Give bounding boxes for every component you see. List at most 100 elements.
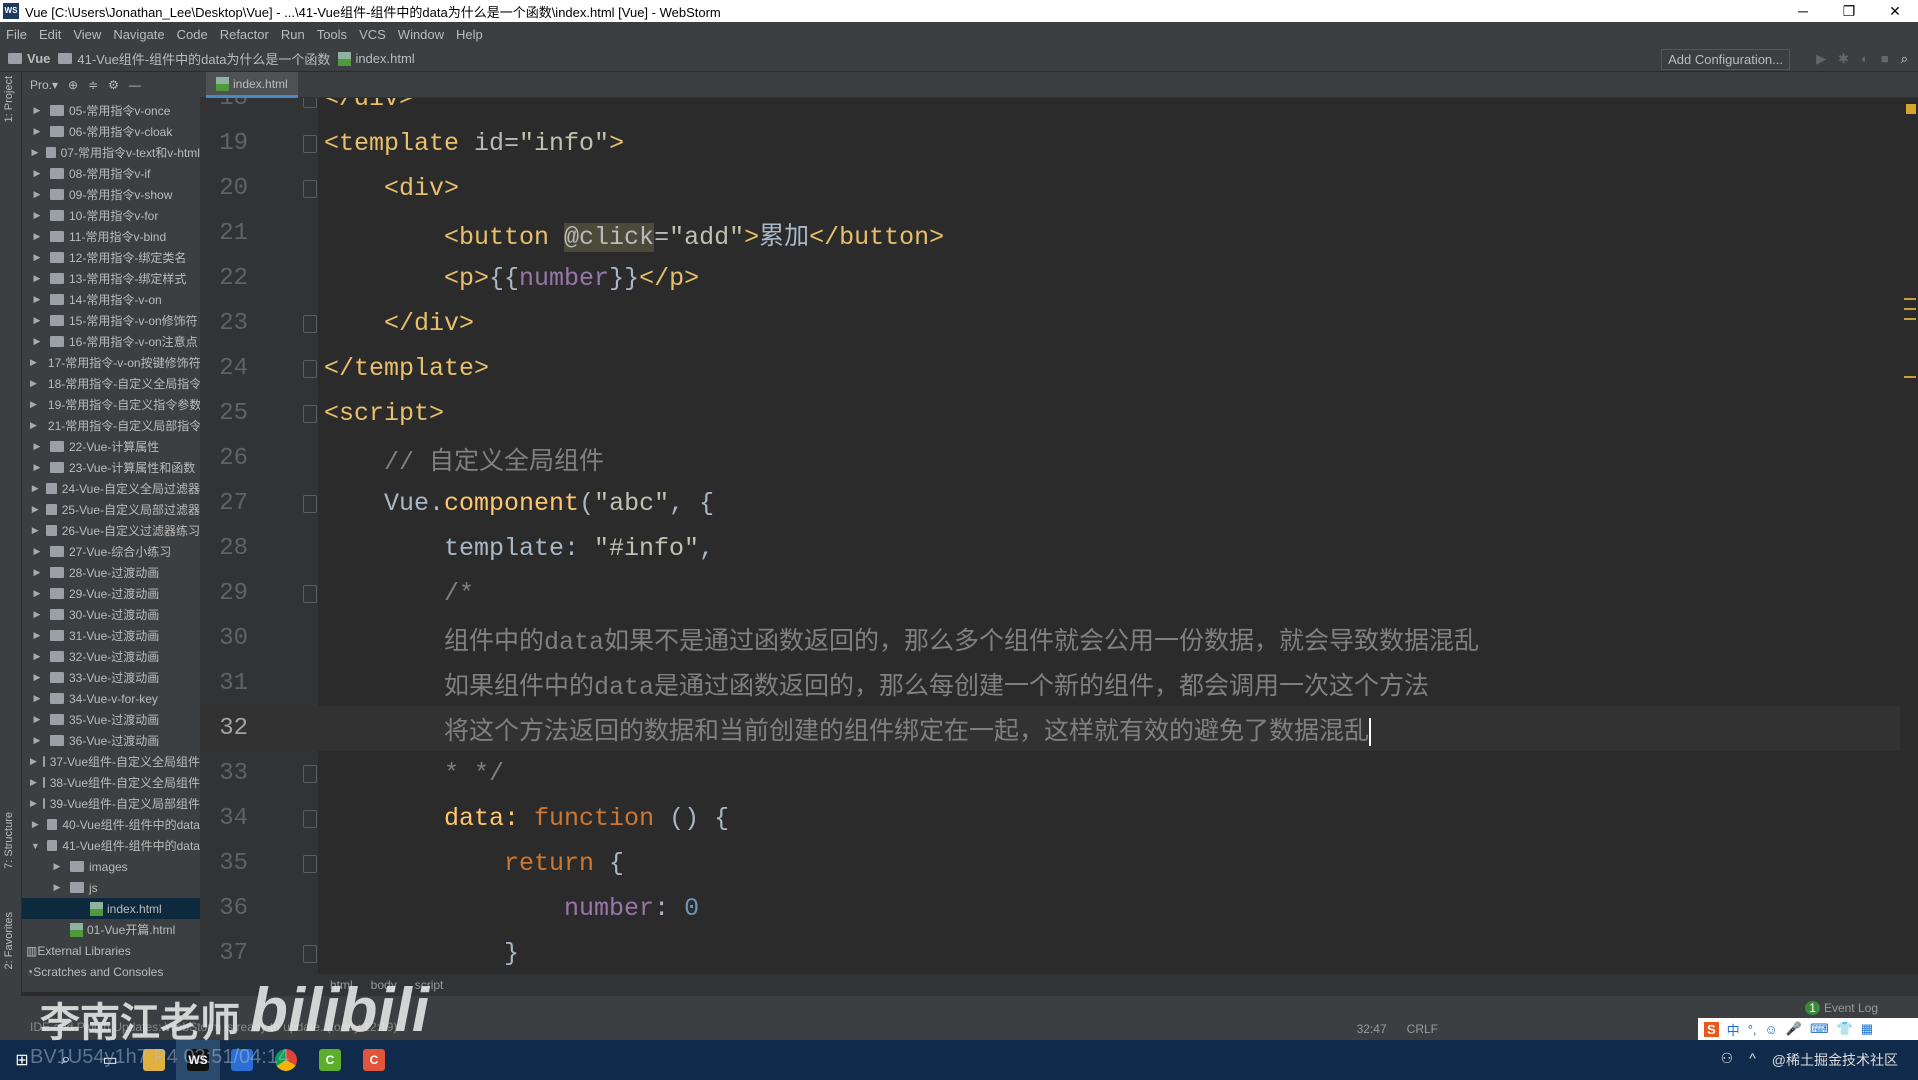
collapsed-arrow-icon[interactable]: ▶ xyxy=(30,189,44,200)
collapse-icon[interactable]: ≑ xyxy=(88,78,98,92)
event-log-button[interactable]: 1 Event Log xyxy=(1805,1001,1878,1015)
collapsed-arrow-icon[interactable]: ▶ xyxy=(30,378,37,389)
fold-marker-icon[interactable] xyxy=(303,764,317,783)
tree-item[interactable]: ▶ 16-常用指令-v-on注意点 xyxy=(22,331,200,352)
menu-window[interactable]: Window xyxy=(392,27,450,42)
tree-item[interactable]: ▶ 07-常用指令v-text和v-html xyxy=(22,142,200,163)
collapsed-arrow-icon[interactable]: ▶ xyxy=(30,273,44,284)
add-configuration-button[interactable]: Add Configuration... xyxy=(1661,49,1790,70)
code-line[interactable]: 36 number: 0 xyxy=(200,886,1900,931)
code-line[interactable]: 37 } xyxy=(200,931,1900,974)
fold-marker-icon[interactable] xyxy=(303,179,317,198)
project-tool-tab[interactable]: 1: Project xyxy=(3,76,15,122)
fold-marker-icon[interactable] xyxy=(303,809,317,828)
hide-icon[interactable]: — xyxy=(129,78,141,92)
collapsed-arrow-icon[interactable]: ▶ xyxy=(30,588,44,599)
collapsed-arrow-icon[interactable]: ▶ xyxy=(30,210,44,221)
taskbar-camtasia-green[interactable]: C xyxy=(308,1040,352,1080)
run-icon[interactable]: ▶ xyxy=(1816,51,1826,67)
tree-item[interactable]: ▶ 14-常用指令-v-on xyxy=(22,289,200,310)
tree-item[interactable]: ▶ 40-Vue组件-组件中的data xyxy=(22,814,200,835)
collapsed-arrow-icon[interactable]: ▶ xyxy=(30,567,44,578)
collapsed-arrow-icon[interactable]: ▶ xyxy=(30,798,37,809)
tree-item[interactable]: ▶ 09-常用指令v-show xyxy=(22,184,200,205)
tree-item[interactable]: ▶ 18-常用指令-自定义全局指令 xyxy=(22,373,200,394)
ime-icon[interactable]: ☺ xyxy=(1765,1022,1778,1037)
collapsed-arrow-icon[interactable]: ▶ xyxy=(30,756,37,767)
collapsed-arrow-icon[interactable]: ▶ xyxy=(30,483,40,494)
tree-item[interactable]: ▼ 41-Vue组件-组件中的data xyxy=(22,835,200,856)
tree-item[interactable]: ▶ 32-Vue-过渡动画 xyxy=(22,646,200,667)
collapsed-arrow-icon[interactable]: ▶ xyxy=(30,252,44,263)
collapsed-arrow-icon[interactable]: ▶ xyxy=(30,105,44,116)
collapsed-arrow-icon[interactable]: ▶ xyxy=(30,357,37,368)
menu-edit[interactable]: Edit xyxy=(33,27,67,42)
tree-item[interactable]: ▶ 27-Vue-综合小练习 xyxy=(22,541,200,562)
code-line[interactable]: 34 data: function () { xyxy=(200,796,1900,841)
code-line[interactable]: 26 // 自定义全局组件 xyxy=(200,436,1900,481)
menu-navigate[interactable]: Navigate xyxy=(107,27,170,42)
code-line[interactable]: 23 </div> xyxy=(200,301,1900,346)
structure-tool-tab[interactable]: 7: Structure xyxy=(3,812,15,869)
ime-icon[interactable]: 中 xyxy=(1727,1020,1740,1039)
menu-help[interactable]: Help xyxy=(450,27,489,42)
maximize-button[interactable]: ❐ xyxy=(1826,0,1872,22)
tree-item[interactable]: ▶ 39-Vue组件-自定义局部组件 xyxy=(22,793,200,814)
collapsed-arrow-icon[interactable]: ▶ xyxy=(30,819,41,830)
collapsed-arrow-icon[interactable]: ▶ xyxy=(30,693,44,704)
fold-marker-icon[interactable] xyxy=(303,944,317,963)
fold-marker-icon[interactable] xyxy=(303,854,317,873)
taskbar-camtasia-red[interactable]: C xyxy=(352,1040,396,1080)
collapsed-arrow-icon[interactable]: ▶ xyxy=(30,462,44,473)
fold-marker-icon[interactable] xyxy=(303,98,317,108)
fold-marker-icon[interactable] xyxy=(303,359,317,378)
fold-marker-icon[interactable] xyxy=(303,134,317,153)
menu-file[interactable]: File xyxy=(0,27,33,42)
tree-item[interactable]: ▶ 35-Vue-过渡动画 xyxy=(22,709,200,730)
collapsed-arrow-icon[interactable]: ▶ xyxy=(30,420,37,431)
collapsed-arrow-icon[interactable]: ▶ xyxy=(30,651,44,662)
tree-item[interactable]: ▶ 33-Vue-过渡动画 xyxy=(22,667,200,688)
collapsed-arrow-icon[interactable]: ▶ xyxy=(30,504,40,515)
collapsed-arrow-icon[interactable]: ▶ xyxy=(30,294,44,305)
collapsed-arrow-icon[interactable]: ▶ xyxy=(30,672,44,683)
menu-run[interactable]: Run xyxy=(275,27,311,42)
code-line[interactable]: 19 <template id="info"> xyxy=(200,121,1900,166)
tree-item[interactable]: ▶ 12-常用指令-绑定类名 xyxy=(22,247,200,268)
nav-crumb-file[interactable]: index.html xyxy=(338,51,415,66)
fold-marker-icon[interactable] xyxy=(303,314,317,333)
tree-item[interactable]: ▶ 13-常用指令-绑定样式 xyxy=(22,268,200,289)
tree-item[interactable]: ▶ 23-Vue-计算属性和函数 xyxy=(22,457,200,478)
debug-icon[interactable]: ✱ xyxy=(1838,51,1849,67)
menu-view[interactable]: View xyxy=(67,27,107,42)
tree-item[interactable]: ▶ 24-Vue-自定义全局过滤器 xyxy=(22,478,200,499)
fold-marker-icon[interactable] xyxy=(303,494,317,513)
ime-icon[interactable]: ⌨ xyxy=(1810,1021,1829,1037)
code-line[interactable]: 22 <p>{{number}}</p> xyxy=(200,256,1900,301)
gear-icon[interactable]: ⚙ xyxy=(108,78,119,92)
people-icon[interactable]: ⚇ xyxy=(1721,1050,1734,1070)
search-icon[interactable]: ⌕ xyxy=(1901,51,1908,67)
code-line[interactable]: 24 </template> xyxy=(200,346,1900,391)
tree-item[interactable]: ▶ 17-常用指令-v-on按键修饰符 xyxy=(22,352,200,373)
ime-icon[interactable]: °, xyxy=(1748,1022,1757,1037)
code-line[interactable]: 28 template: "#info", xyxy=(200,526,1900,571)
tree-item[interactable]: ◔ Scratches and Consoles xyxy=(22,961,200,982)
expanded-arrow-icon[interactable]: ▼ xyxy=(30,841,41,851)
tree-item[interactable]: ▶ 06-常用指令v-cloak xyxy=(22,121,200,142)
collapsed-arrow-icon[interactable]: ▶ xyxy=(30,399,37,410)
tree-item[interactable]: ▶ 25-Vue-自定义局部过滤器 xyxy=(22,499,200,520)
tree-item[interactable]: ▶ 26-Vue-自定义过滤器练习 xyxy=(22,520,200,541)
tree-item[interactable]: ▶ 11-常用指令v-bind xyxy=(22,226,200,247)
coverage-icon[interactable]: ◐ xyxy=(1861,51,1869,67)
code-line[interactable]: 35 return { xyxy=(200,841,1900,886)
code-line[interactable]: 33 * */ xyxy=(200,751,1900,796)
ime-icon[interactable]: 👕 xyxy=(1837,1021,1853,1037)
tab-index-html[interactable]: index.html xyxy=(206,72,298,98)
caret-position[interactable]: 32:47 xyxy=(1357,1022,1387,1036)
collapsed-arrow-icon[interactable]: ▶ xyxy=(30,777,37,788)
collapsed-arrow-icon[interactable]: ▶ xyxy=(30,126,44,137)
fold-marker-icon[interactable] xyxy=(303,584,317,603)
code-line[interactable]: 21 <button @click="add">累加</button> xyxy=(200,211,1900,256)
code-line[interactable]: 25 <script> xyxy=(200,391,1900,436)
